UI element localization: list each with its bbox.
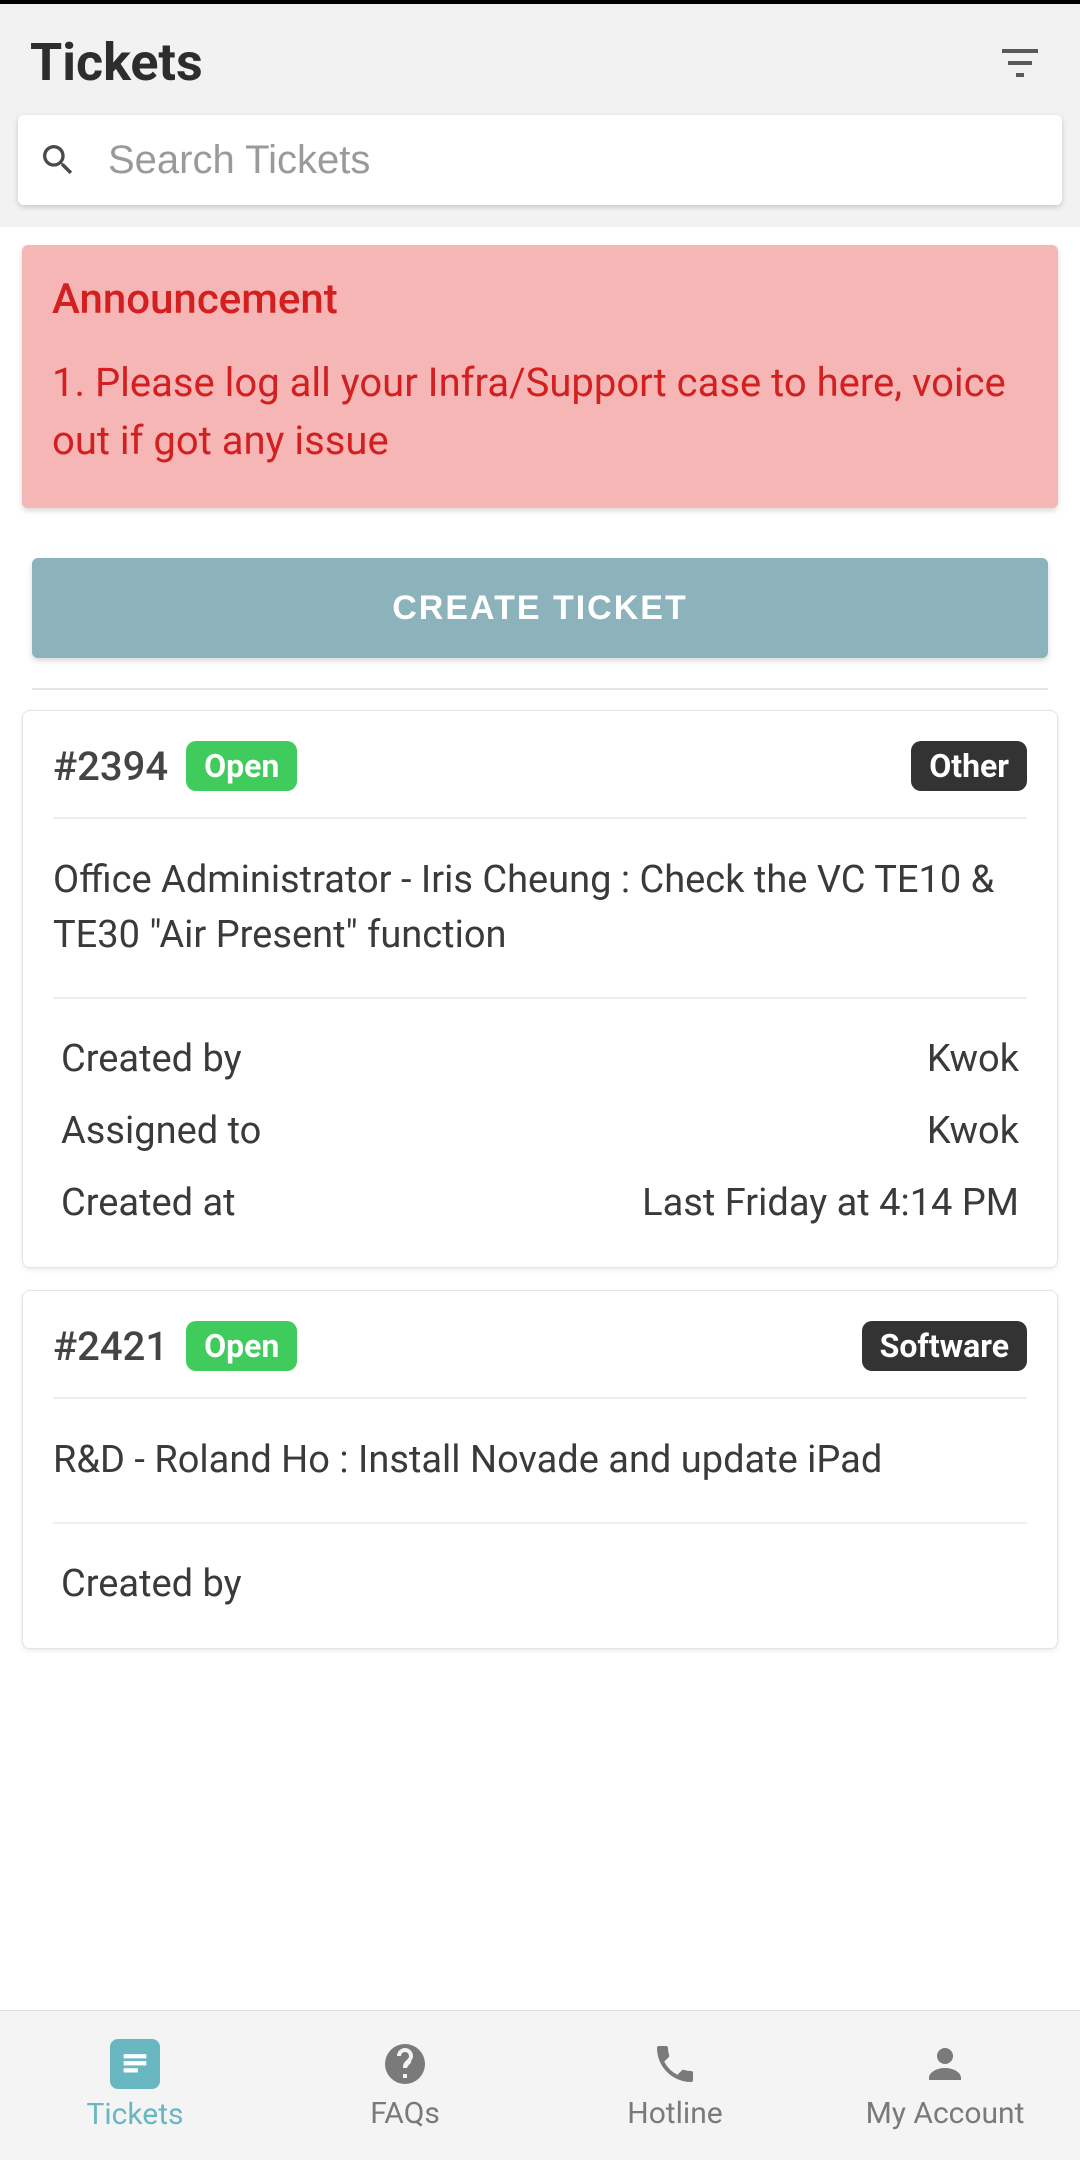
ticket-created-by-row: Created by Kwok: [53, 1023, 1027, 1095]
ticket-card[interactable]: #2394 Open Other Office Administrator - …: [22, 710, 1058, 1268]
page-title: Tickets: [30, 32, 203, 93]
announcement-banner: Announcement 1. Please log all your Infr…: [22, 245, 1058, 508]
ticket-card[interactable]: #2421 Open Software R&D - Roland Ho : In…: [22, 1290, 1058, 1649]
announcement-title: Announcement: [52, 275, 1028, 324]
ticket-id: #2394: [53, 743, 168, 790]
ticket-description: R&D - Roland Ho : Install Novade and upd…: [53, 1399, 1027, 1524]
tickets-icon: [118, 2047, 152, 2081]
ticket-assigned-to-row: Assigned to Kwok: [53, 1095, 1027, 1167]
nav-faqs[interactable]: FAQs: [270, 2011, 540, 2160]
category-badge: Software: [862, 1321, 1027, 1371]
nav-my-account[interactable]: My Account: [810, 2011, 1080, 2160]
announcement-body: 1. Please log all your Infra/Support cas…: [52, 354, 1028, 470]
nav-label: Hotline: [627, 2096, 722, 2131]
ticket-created-at-row: Created at Last Friday at 4:14 PM: [53, 1167, 1027, 1239]
bottom-nav: Tickets FAQs Hotline My Account: [0, 2010, 1080, 2160]
assigned-to-value: Kwok: [927, 1109, 1019, 1153]
nav-label: FAQs: [370, 2096, 440, 2131]
created-by-label: Created by: [61, 1037, 242, 1081]
create-ticket-button[interactable]: CREATE TICKET: [32, 558, 1048, 658]
nav-label: My Account: [866, 2096, 1025, 2131]
search-input[interactable]: [108, 138, 1042, 183]
status-badge: Open: [186, 741, 297, 791]
page-header: Tickets: [0, 4, 1080, 115]
phone-icon: [651, 2040, 699, 2088]
divider: [32, 688, 1048, 690]
assigned-to-label: Assigned to: [61, 1109, 261, 1153]
search-icon: [38, 140, 78, 180]
created-by-label: Created by: [61, 1562, 242, 1606]
nav-label: Tickets: [86, 2097, 183, 2132]
ticket-description: Office Administrator - Iris Cheung : Che…: [53, 819, 1027, 999]
created-at-label: Created at: [61, 1181, 236, 1225]
nav-hotline[interactable]: Hotline: [540, 2011, 810, 2160]
category-badge: Other: [911, 741, 1027, 791]
person-icon: [921, 2040, 969, 2088]
ticket-id: #2421: [53, 1323, 168, 1370]
filter-button[interactable]: [990, 33, 1050, 93]
created-by-value: Kwok: [927, 1037, 1019, 1081]
filter-icon: [996, 39, 1044, 87]
ticket-created-by-row: Created by: [53, 1548, 1027, 1620]
created-at-value: Last Friday at 4:14 PM: [642, 1181, 1019, 1225]
status-badge: Open: [186, 1321, 297, 1371]
search-box[interactable]: [18, 115, 1062, 205]
nav-tickets[interactable]: Tickets: [0, 2011, 270, 2160]
help-icon: [381, 2040, 429, 2088]
